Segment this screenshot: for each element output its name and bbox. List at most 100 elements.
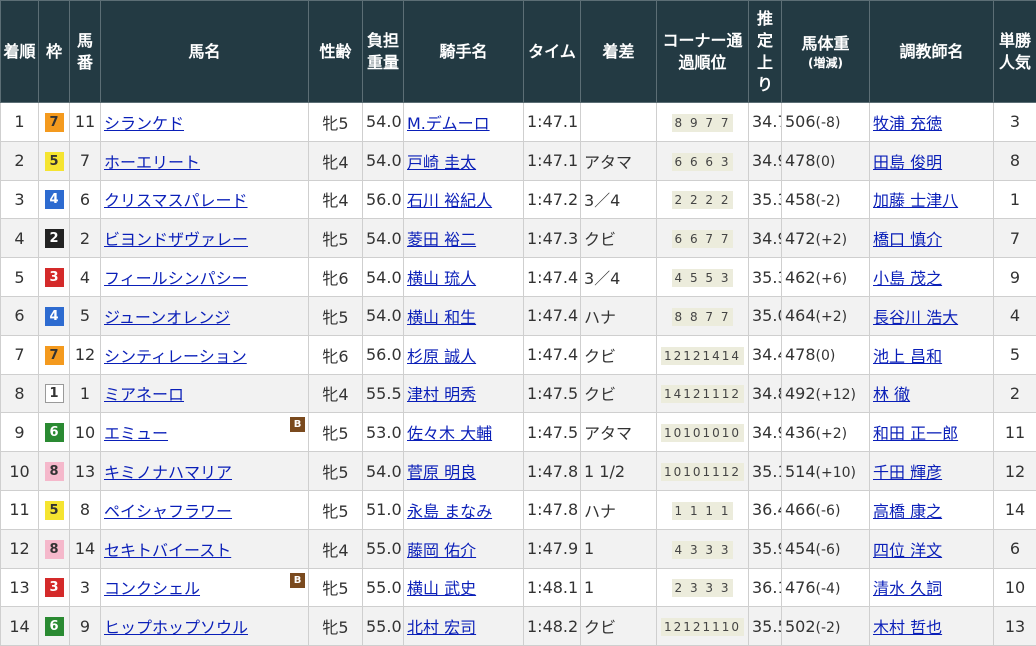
horse-link[interactable]: ジューンオレンジ	[104, 308, 230, 327]
jockey-link[interactable]: 横山 武史	[407, 579, 476, 598]
bodyweight-cell: 458(-2)	[781, 179, 870, 220]
agari-cell: 34.8	[748, 373, 782, 414]
horse-link[interactable]: クリスマスパレード	[104, 191, 248, 210]
bodyweight-value: 506	[785, 112, 816, 132]
jockey-cell: 北村 宏司	[403, 606, 524, 646]
table-row: 13 3 3 コンクシェル B 牝5 55.0 横山 武史 1:48.1 1 2 …	[0, 567, 1036, 608]
jockey-link[interactable]: 横山 琉人	[407, 269, 476, 288]
margin-cell: アタマ	[580, 140, 657, 181]
jockey-link[interactable]: 菱田 裕二	[407, 230, 476, 249]
waku-badge: 7	[44, 112, 64, 132]
horse-link[interactable]: ホーエリート	[104, 153, 200, 172]
jockey-link[interactable]: 石川 裕紀人	[407, 191, 492, 210]
jockey-cell: 菱田 裕二	[403, 218, 524, 259]
trainer-link[interactable]: 田島 俊明	[873, 153, 942, 172]
jockey-link[interactable]: 佐々木 大輔	[407, 424, 492, 443]
pop-cell: 12	[993, 451, 1036, 491]
trainer-link[interactable]: 牧浦 充徳	[873, 114, 942, 133]
rank-cell: 8	[0, 373, 39, 414]
horse-cell: クリスマスパレード	[100, 179, 309, 220]
rank-cell: 12	[0, 528, 39, 569]
horse-link[interactable]: セキトバイースト	[104, 541, 231, 560]
jockey-link[interactable]: 菅原 明良	[407, 463, 476, 482]
trainer-link[interactable]: 和田 正一郎	[873, 424, 958, 443]
margin-cell: 3／4	[580, 179, 657, 220]
trainer-link[interactable]: 長谷川 浩大	[873, 308, 958, 327]
trainer-cell: 和田 正一郎	[869, 412, 994, 453]
bodyweight-value: 466	[785, 500, 816, 520]
waku-badge: 4	[44, 306, 64, 326]
waku-cell: 3	[38, 257, 70, 297]
header-horse: 馬名	[100, 0, 309, 103]
jockey-link[interactable]: 津村 明秀	[407, 385, 476, 404]
jockey-link[interactable]: 北村 宏司	[407, 618, 476, 637]
trainer-link[interactable]: 小島 茂之	[873, 269, 942, 288]
jockey-cell: 藤岡 佑介	[403, 528, 524, 569]
bodyweight-cell: 506(-8)	[781, 102, 870, 142]
corner-order: 14121112	[660, 385, 745, 404]
agari-cell: 34.9	[748, 140, 782, 181]
sexage-cell: 牝5	[308, 606, 363, 646]
horse-link[interactable]: ペイシャフラワー	[104, 502, 232, 521]
trainer-link[interactable]: 高橋 康之	[873, 502, 942, 521]
jockey-cell: 佐々木 大輔	[403, 412, 524, 453]
trainer-link[interactable]: 加藤 士津八	[873, 191, 958, 210]
header-time: タイム	[523, 0, 581, 103]
trainer-link[interactable]: 林 徹	[873, 385, 910, 404]
rank-cell: 2	[0, 140, 39, 181]
sexage-cell: 牝5	[308, 218, 363, 259]
table-row: 3 4 6 クリスマスパレード 牝4 56.0 石川 裕紀人 1:47.2 3／…	[0, 179, 1036, 220]
horse-link[interactable]: フィールシンパシー	[104, 269, 248, 288]
agari-cell: 36.1	[748, 567, 782, 608]
trainer-link[interactable]: 橋口 慎介	[873, 230, 942, 249]
jockey-link[interactable]: 横山 和生	[407, 308, 476, 327]
trainer-link[interactable]: 池上 昌和	[873, 347, 942, 366]
trainer-link[interactable]: 清水 久詞	[873, 579, 942, 598]
horse-link[interactable]: エミュー	[104, 424, 168, 443]
time-cell: 1:47.4	[523, 295, 581, 336]
corner-cell: 4 3 3 3	[656, 528, 749, 569]
umaban-cell: 11	[69, 102, 101, 142]
trainer-link[interactable]: 四位 洋文	[873, 541, 942, 560]
jockey-link[interactable]: 杉原 誠人	[407, 347, 476, 366]
weight-cell: 54.0	[362, 102, 404, 142]
horse-link[interactable]: ビヨンドザヴァレー	[104, 230, 248, 249]
bodyweight-diff: (+6)	[815, 270, 848, 287]
bodyweight-cell: 492(+12)	[781, 373, 870, 414]
jockey-link[interactable]: 永島 まなみ	[407, 502, 492, 521]
horse-link[interactable]: キミノナハマリア	[104, 463, 232, 482]
bodyweight-diff: (-4)	[815, 580, 841, 597]
umaban-cell: 4	[69, 257, 101, 297]
bodyweight-value: 458	[785, 189, 816, 209]
corner-order: 12121414	[660, 346, 745, 365]
header-bodyweight: 馬体重 (増減)	[781, 0, 870, 103]
weight-cell: 56.0	[362, 334, 404, 375]
horse-link[interactable]: ヒップホップソウル	[104, 618, 248, 637]
trainer-link[interactable]: 木村 哲也	[873, 618, 942, 637]
horse-link[interactable]: シランケド	[104, 114, 184, 133]
sexage-cell: 牝4	[308, 373, 363, 414]
corner-cell: 12121414	[656, 334, 749, 375]
table-row: 12 8 14 セキトバイースト 牝4 55.0 藤岡 佑介 1:47.9 1 …	[0, 528, 1036, 569]
sexage-cell: 牝4	[308, 179, 363, 220]
time-cell: 1:48.2	[523, 606, 581, 646]
corner-cell: 8 8 7 7	[656, 295, 749, 336]
time-cell: 1:47.1	[523, 140, 581, 181]
header-row: 着順 枠 馬番 馬名 性齢 負担重量 騎手名 タイム 着差 コーナー通過順位 推…	[0, 0, 1036, 103]
horse-link[interactable]: ミアネーロ	[104, 385, 184, 404]
jockey-link[interactable]: 戸崎 圭太	[407, 153, 476, 172]
header-pop: 単勝人気	[993, 0, 1036, 103]
agari-cell: 36.4	[748, 489, 782, 530]
time-cell: 1:47.3	[523, 218, 581, 259]
sexage-cell: 牝6	[308, 334, 363, 375]
weight-cell: 54.0	[362, 140, 404, 181]
horse-link[interactable]: シンティレーション	[104, 347, 247, 366]
bodyweight-value: 492	[785, 383, 816, 403]
time-cell: 1:48.1	[523, 567, 581, 608]
trainer-link[interactable]: 千田 輝彦	[873, 463, 942, 482]
time-cell: 1:47.2	[523, 179, 581, 220]
jockey-link[interactable]: M.デムーロ	[407, 114, 490, 133]
jockey-link[interactable]: 藤岡 佑介	[407, 541, 476, 560]
horse-link[interactable]: コンクシェル	[104, 579, 200, 598]
margin-cell: ハナ	[580, 489, 657, 530]
